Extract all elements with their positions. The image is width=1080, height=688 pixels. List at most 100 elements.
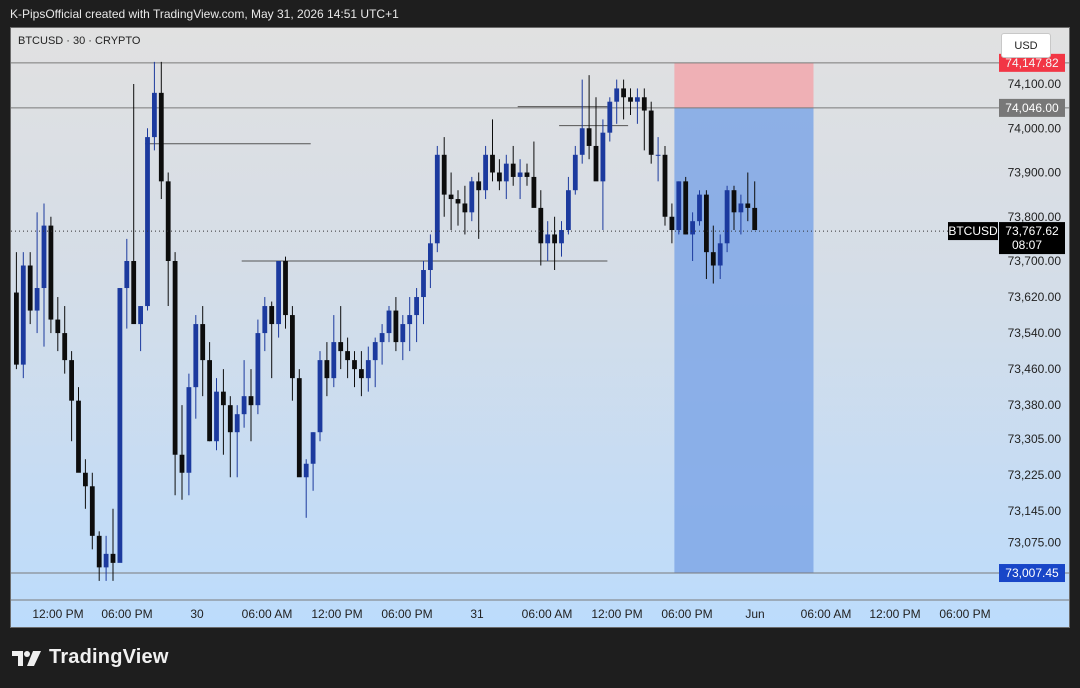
candle-body — [179, 454, 185, 473]
candle-body — [517, 172, 523, 177]
x-tick-label: 06:00 PM — [381, 607, 432, 621]
tradingview-logo-icon — [12, 650, 41, 666]
candle-body — [34, 288, 40, 311]
x-tick-label: 06:00 PM — [939, 607, 990, 621]
candle-body — [365, 360, 371, 379]
candle-body — [276, 261, 281, 325]
candle-body — [434, 154, 440, 244]
candle-body — [586, 128, 592, 146]
y-tick-label: 73,225.00 — [1008, 468, 1062, 482]
y-tick-label: 73,700.00 — [1008, 254, 1062, 268]
candle-body — [214, 391, 219, 442]
x-tick-label: 06:00 AM — [522, 607, 573, 621]
last-price-label: 73,767.62 — [1005, 224, 1059, 238]
candle-body — [635, 97, 640, 102]
candle-body — [145, 137, 150, 307]
entry-price-label: 74,046.00 — [1005, 101, 1059, 115]
candle-body — [524, 172, 530, 177]
x-tick-label: 12:00 PM — [311, 607, 362, 621]
candle-body — [386, 310, 392, 334]
candle-body — [193, 324, 199, 388]
candle-body — [469, 181, 475, 213]
candle-body — [628, 97, 633, 102]
candle-body — [200, 324, 206, 361]
candle-body — [731, 190, 737, 213]
symbol-badge-label: BTCUSD — [948, 224, 998, 238]
chart-panel[interactable]: 74,100.00 74,000.00 73,900.00 73,800.00 73,7… — [10, 27, 1070, 628]
candle-body — [303, 463, 309, 478]
candle-body — [697, 194, 702, 222]
candle-body — [172, 261, 178, 455]
candle-body — [441, 154, 447, 195]
x-tick-label: 06:00 PM — [661, 607, 712, 621]
y-tick-label: 73,305.00 — [1008, 432, 1062, 446]
candle-body — [76, 400, 81, 473]
candle-body — [227, 405, 233, 433]
candle-body — [27, 265, 33, 311]
candle-body — [41, 225, 47, 289]
candle-body — [655, 154, 661, 156]
candle-body — [752, 207, 758, 231]
candle-body — [531, 176, 537, 208]
candle-body — [745, 203, 751, 208]
candle-body — [138, 306, 143, 325]
candle-body — [579, 128, 585, 155]
candle-body — [566, 190, 571, 231]
currency-button[interactable]: USD — [1001, 33, 1051, 58]
candle-body — [710, 252, 716, 266]
x-tick-label: Jun — [745, 607, 764, 621]
candle-body — [221, 391, 226, 406]
candle-body — [55, 319, 61, 334]
candlestick-chart[interactable]: 74,100.0074,000.0073,900.0073,800.0073,7… — [11, 28, 1069, 627]
candle-body — [290, 315, 295, 379]
candle-body — [607, 101, 613, 133]
candle-body — [428, 243, 433, 271]
candle-body — [207, 360, 212, 442]
candle-body — [186, 387, 192, 473]
candle-body — [110, 553, 116, 563]
candle-body — [421, 270, 426, 298]
candle-body — [683, 181, 689, 235]
candle-body — [648, 110, 654, 155]
candle-body — [345, 351, 350, 361]
x-tick-label: 12:00 PM — [591, 607, 642, 621]
y-tick-label: 73,145.00 — [1008, 504, 1062, 518]
candle-body — [407, 315, 413, 325]
candle-body — [14, 292, 19, 365]
candle-body — [483, 154, 488, 191]
candle-body — [296, 378, 302, 478]
candle-body — [131, 261, 137, 325]
candle-body — [600, 132, 606, 182]
candle-body — [676, 181, 682, 231]
y-tick-label: 73,900.00 — [1008, 166, 1062, 180]
x-tick-label: 06:00 AM — [242, 607, 293, 621]
candle-body — [414, 297, 419, 316]
candle-body — [503, 163, 509, 182]
candle-body — [559, 230, 564, 244]
candle-body — [96, 535, 102, 568]
y-tick-label: 73,800.00 — [1008, 210, 1062, 224]
candle-body — [738, 203, 744, 213]
candle-body — [552, 234, 557, 244]
candle-body — [103, 553, 109, 568]
candle-body — [538, 207, 544, 244]
symbol-info: BTCUSD · 30 · CRYPTO — [18, 35, 141, 47]
x-tick-label: 31 — [470, 607, 484, 621]
y-tick-label: 73,075.00 — [1008, 536, 1062, 550]
y-tick-label: 73,460.00 — [1008, 362, 1062, 376]
candle-body — [89, 486, 95, 536]
candle-body — [338, 342, 344, 352]
candle-body — [497, 172, 502, 182]
candle-body — [621, 88, 626, 98]
candle-body — [83, 472, 88, 487]
x-tick-label: 06:00 PM — [101, 607, 152, 621]
y-tick-label: 73,380.00 — [1008, 398, 1062, 412]
candle-body — [234, 414, 240, 433]
candle-body — [69, 360, 74, 401]
candle-body — [690, 221, 695, 235]
candle-body — [269, 306, 275, 325]
candle-body — [379, 333, 385, 343]
candle-body — [331, 342, 337, 379]
candle-body — [283, 261, 288, 316]
candle-body — [717, 243, 723, 266]
